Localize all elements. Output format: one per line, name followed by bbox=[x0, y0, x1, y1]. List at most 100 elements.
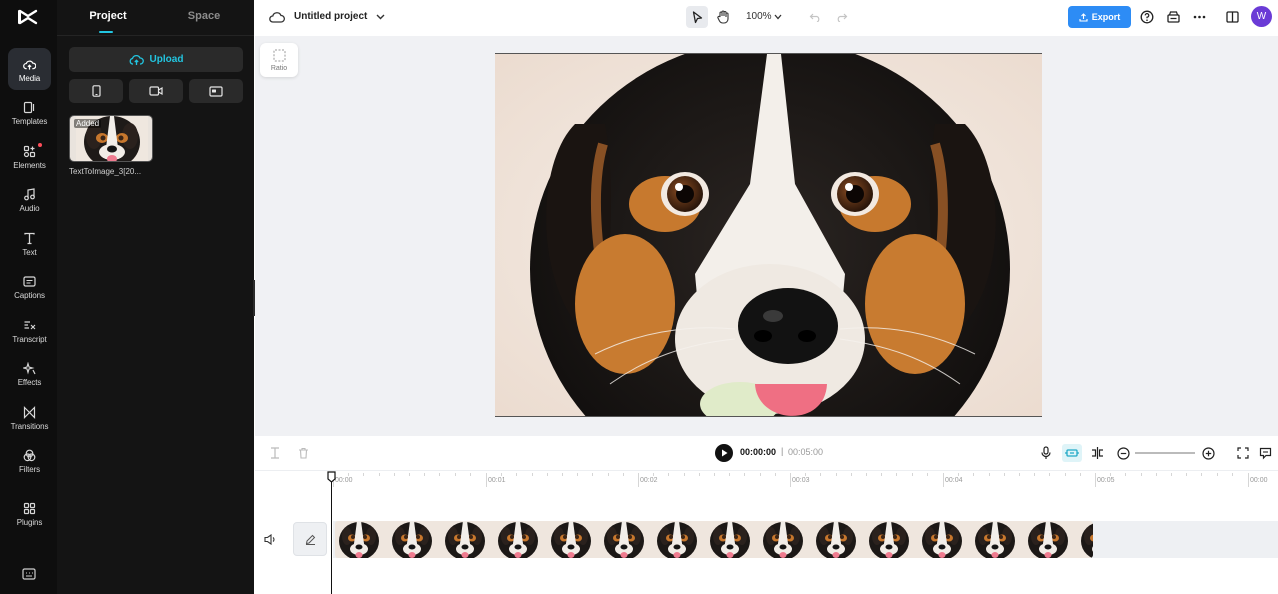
sidebar-item-label: Plugins bbox=[16, 517, 43, 527]
upload-button[interactable]: Upload bbox=[69, 47, 243, 72]
notification-dot bbox=[38, 143, 42, 147]
video-preview[interactable] bbox=[495, 53, 1042, 417]
zoom-chevron-down-icon[interactable] bbox=[769, 8, 787, 26]
undo-icon[interactable] bbox=[806, 8, 824, 26]
phone-upload-button[interactable] bbox=[69, 79, 123, 103]
camera-record-button[interactable] bbox=[129, 79, 183, 103]
zoom-level[interactable]: 100% bbox=[746, 11, 772, 22]
microphone-icon[interactable] bbox=[1038, 445, 1054, 461]
ruler-minor-tick bbox=[1034, 473, 1036, 476]
fullscreen-icon[interactable] bbox=[1235, 445, 1251, 461]
comment-icon[interactable] bbox=[1257, 445, 1273, 461]
link-clips-icon[interactable] bbox=[1089, 445, 1105, 461]
sidebar-item-transitions[interactable]: Transitions bbox=[8, 396, 51, 438]
sidebar-item-templates[interactable]: Templates bbox=[8, 91, 51, 133]
auto-snap-icon[interactable] bbox=[1062, 444, 1082, 462]
track-volume-icon[interactable] bbox=[264, 532, 276, 550]
sidebar-item-label: Captions bbox=[14, 290, 45, 300]
ruler-minor-tick bbox=[378, 473, 380, 476]
export-button[interactable]: Export bbox=[1068, 6, 1131, 28]
ruler-minor-tick bbox=[653, 473, 655, 476]
clip-frame-thumbnail bbox=[335, 521, 388, 558]
media-panel: Project Space Upload Added TextToImage_3… bbox=[57, 0, 254, 594]
redo-icon[interactable] bbox=[833, 8, 851, 26]
ruler-minor-tick bbox=[516, 473, 518, 476]
ratio-button[interactable]: Ratio bbox=[260, 43, 298, 77]
hand-pan-icon[interactable] bbox=[714, 8, 732, 26]
ruler-minor-tick bbox=[866, 473, 867, 476]
playhead[interactable] bbox=[331, 477, 332, 594]
sidebar-item-transcript[interactable]: Transcript bbox=[8, 309, 51, 351]
clip-frame-thumbnail bbox=[865, 521, 918, 558]
sidebar-item-media[interactable]: Media bbox=[8, 48, 51, 90]
time-separator: | bbox=[781, 446, 784, 456]
ruler-minor-tick bbox=[1201, 473, 1203, 476]
ruler-minor-tick bbox=[896, 473, 898, 476]
tab-space[interactable]: Space bbox=[155, 0, 253, 34]
play-button[interactable] bbox=[715, 444, 733, 462]
ruler-major-tick bbox=[486, 473, 487, 487]
layout-panel-icon[interactable] bbox=[1223, 8, 1241, 26]
clip-frame-thumbnail bbox=[547, 521, 600, 558]
ruler-minor-tick bbox=[911, 473, 913, 476]
ruler-minor-tick bbox=[805, 473, 807, 476]
help-icon[interactable] bbox=[1138, 8, 1156, 26]
play-icon bbox=[721, 449, 727, 457]
sidebar-item-label: Audio bbox=[19, 203, 40, 213]
clip-frame-thumbnail bbox=[706, 521, 759, 558]
ruler-minor-tick bbox=[881, 473, 883, 476]
ruler-major-tick bbox=[1095, 473, 1096, 487]
ruler-minor-tick bbox=[698, 473, 700, 476]
sidebar-item-filters[interactable]: Filters bbox=[8, 439, 51, 481]
select-pointer-icon[interactable] bbox=[686, 6, 708, 28]
ruler-minor-tick bbox=[1064, 473, 1066, 476]
clip-frame-thumbnail bbox=[812, 521, 865, 558]
media-thumbnail[interactable]: Added bbox=[69, 115, 153, 162]
sidebar-item-text[interactable]: Text bbox=[8, 222, 51, 264]
ruler-minor-tick bbox=[1049, 473, 1051, 476]
ruler-minor-tick bbox=[409, 473, 410, 476]
cloud-upload-icon bbox=[129, 54, 144, 65]
track-edit-button[interactable] bbox=[293, 522, 327, 556]
ruler-minor-tick bbox=[774, 473, 776, 476]
split-icon[interactable] bbox=[267, 445, 283, 461]
video-clip[interactable] bbox=[335, 521, 1093, 558]
zoom-out-icon[interactable] bbox=[1115, 445, 1131, 461]
keyboard-icon[interactable] bbox=[22, 567, 36, 580]
divider bbox=[57, 35, 254, 36]
project-title[interactable]: Untitled project bbox=[294, 11, 367, 22]
ruler-tick-label: 00:01 bbox=[488, 477, 506, 484]
clip-frame-thumbnail bbox=[1077, 521, 1093, 558]
ruler-minor-tick bbox=[592, 473, 594, 476]
storage-icon[interactable] bbox=[1164, 8, 1182, 26]
ruler-minor-tick bbox=[926, 473, 928, 476]
sidebar-item-audio[interactable]: Audio bbox=[8, 178, 51, 220]
delete-icon[interactable] bbox=[295, 445, 311, 461]
transitions-icon bbox=[23, 405, 36, 422]
ruler-minor-tick bbox=[820, 473, 822, 476]
ratio-icon bbox=[273, 49, 285, 61]
tab-project[interactable]: Project bbox=[59, 0, 157, 34]
playhead-handle[interactable] bbox=[327, 471, 336, 483]
sidebar-item-captions[interactable]: Captions bbox=[8, 265, 51, 307]
sidebar-item-label: Transcript bbox=[12, 334, 47, 344]
ruler-major-tick bbox=[943, 473, 944, 487]
chevron-down-icon[interactable] bbox=[371, 8, 389, 26]
sidebar-item-elements[interactable]: Elements bbox=[8, 135, 51, 177]
camera-icon bbox=[149, 86, 163, 96]
screen-record-button[interactable] bbox=[189, 79, 243, 103]
more-options-icon[interactable] bbox=[1190, 8, 1208, 26]
timeline-zoom-slider[interactable] bbox=[1135, 452, 1195, 454]
ruler-minor-tick bbox=[1186, 473, 1188, 476]
ruler-minor-tick bbox=[393, 473, 395, 476]
sidebar-item-plugins[interactable]: Plugins bbox=[8, 492, 51, 534]
elements-icon bbox=[23, 145, 36, 161]
ruler-minor-tick bbox=[424, 473, 426, 476]
ruler-minor-tick bbox=[562, 473, 563, 476]
user-avatar[interactable]: W bbox=[1251, 6, 1272, 27]
cloud-sync-icon[interactable] bbox=[268, 8, 286, 26]
ruler-minor-tick bbox=[744, 473, 746, 476]
zoom-in-icon[interactable] bbox=[1200, 445, 1216, 461]
sidebar-item-effects[interactable]: Effects bbox=[8, 352, 51, 394]
ruler-minor-tick bbox=[668, 473, 670, 476]
